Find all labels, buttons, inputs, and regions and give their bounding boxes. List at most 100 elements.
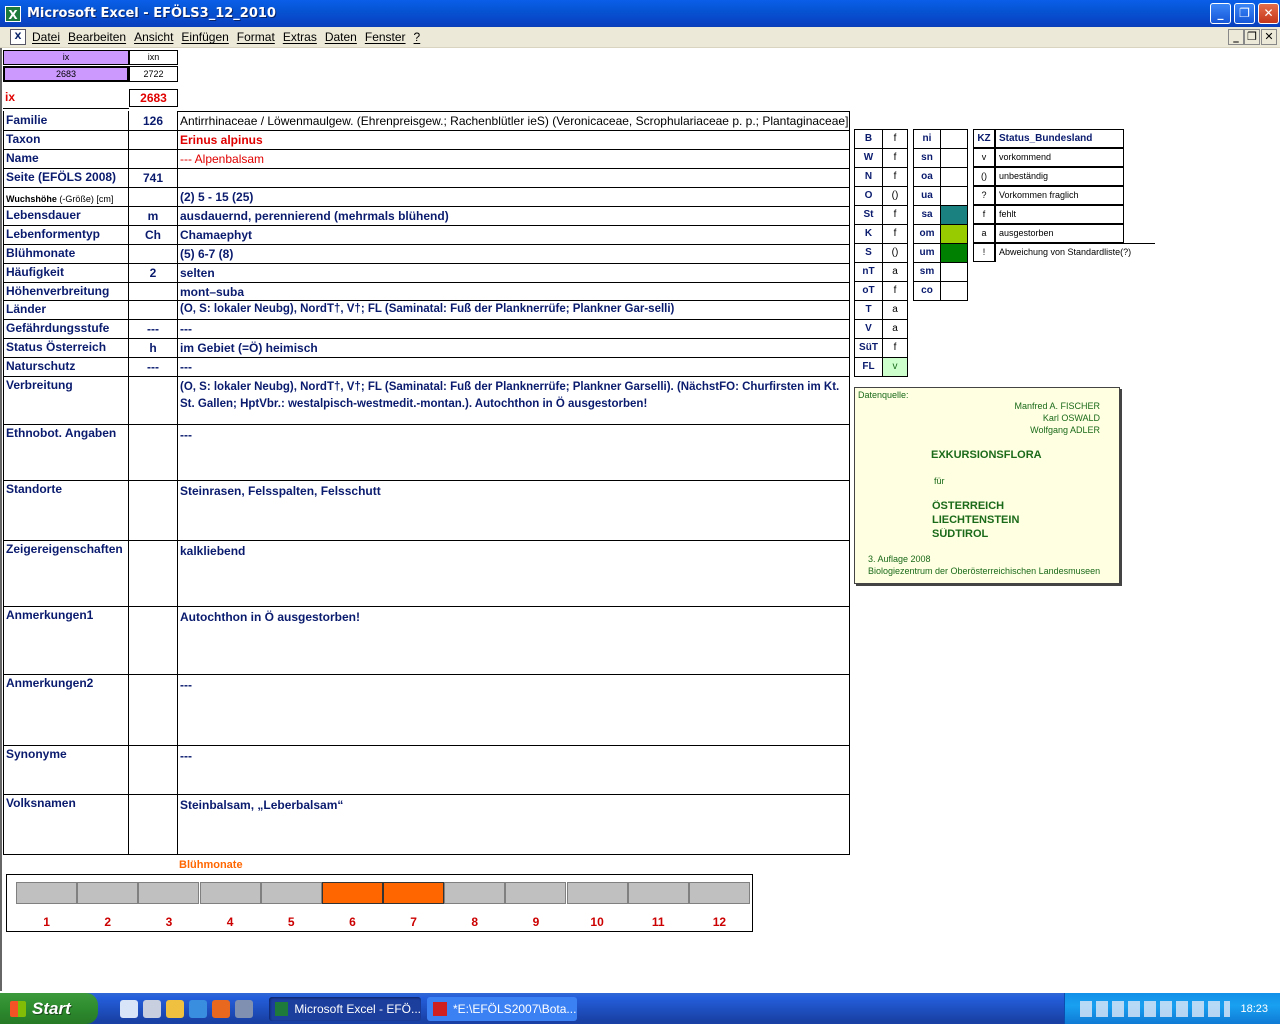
value-lebensform[interactable]: Chamaephyt — [180, 228, 848, 242]
ie-icon[interactable] — [189, 999, 207, 1018]
menu-daten[interactable]: Daten — [325, 30, 357, 44]
region-code-ua[interactable]: ua — [913, 186, 941, 206]
value-haeufigkeit[interactable]: selten — [180, 266, 848, 280]
workbook-close-button[interactable]: ✕ — [1261, 29, 1277, 45]
region-color-oa[interactable] — [940, 167, 968, 187]
code-familie[interactable]: 126 — [129, 114, 177, 129]
value-familie[interactable]: Antirrhinaceae / Löwenmaulgew. (Ehrenpre… — [180, 114, 880, 128]
code-anm1[interactable] — [129, 609, 177, 624]
state-code-nT[interactable]: nT — [854, 262, 883, 282]
task-file[interactable]: *E:\EFÖLS2007\Bota... — [427, 996, 577, 1021]
region-color-ni[interactable] — [940, 129, 968, 149]
state-code-oT[interactable]: oT — [854, 281, 883, 301]
region-color-sa[interactable] — [940, 205, 968, 225]
code-name[interactable] — [129, 152, 177, 167]
value-lebensdauer[interactable]: ausdauernd, perennierend (mehrmals blühe… — [180, 209, 848, 223]
menu-help[interactable]: ? — [414, 30, 421, 44]
value-taxon[interactable]: Erinus alpinus — [180, 133, 848, 147]
value-naturschutz[interactable]: --- — [180, 360, 848, 374]
state-value-FL[interactable]: v — [882, 357, 908, 377]
state-code-V[interactable]: V — [854, 319, 883, 339]
region-color-ua[interactable] — [940, 186, 968, 206]
value-anm1[interactable]: Autochthon in Ö ausgestorben! — [180, 609, 848, 672]
value-synonyme[interactable]: --- — [180, 748, 848, 792]
restore-button[interactable]: ❐ — [1234, 3, 1255, 24]
state-code-T[interactable]: T — [854, 300, 883, 320]
region-code-om[interactable]: om — [913, 224, 941, 244]
region-color-sm[interactable] — [940, 262, 968, 282]
state-code-FL[interactable]: FL — [854, 357, 883, 377]
code-synonyme[interactable] — [129, 748, 177, 763]
ix-value-cell[interactable]: 2683 — [3, 66, 129, 82]
explorer-icon[interactable] — [143, 999, 161, 1018]
code-taxon[interactable] — [129, 133, 177, 148]
workbook-minimize-button[interactable]: _ — [1228, 29, 1244, 45]
region-color-co[interactable] — [940, 281, 968, 301]
firefox-icon[interactable] — [212, 999, 230, 1018]
region-code-ni[interactable]: ni — [913, 129, 941, 149]
state-code-S[interactable]: S — [854, 243, 883, 263]
code-volksnamen[interactable] — [129, 797, 177, 812]
code-lebensdauer[interactable]: m — [129, 209, 177, 224]
value-hoehe[interactable]: mont–suba — [180, 285, 848, 298]
workbook-restore-button[interactable]: ❐ — [1244, 29, 1260, 45]
value-status[interactable]: im Gebiet (=Ö) heimisch — [180, 341, 848, 355]
workbook-icon[interactable]: X — [10, 29, 26, 45]
clock[interactable]: 18:23 — [1240, 1003, 1268, 1015]
state-code-O[interactable]: O — [854, 186, 883, 206]
region-color-om[interactable] — [940, 224, 968, 244]
code-bluehmonate[interactable] — [129, 247, 177, 262]
menu-extras[interactable]: Extras — [283, 30, 317, 44]
menu-format[interactable]: Format — [237, 30, 275, 44]
code-hoehe[interactable] — [129, 285, 177, 300]
region-color-um[interactable] — [940, 243, 968, 263]
code-gefaehrdung[interactable]: --- — [129, 322, 177, 337]
menu-einfuegen[interactable]: Einfügen — [181, 30, 228, 44]
region-code-co[interactable]: co — [913, 281, 941, 301]
state-value-nT[interactable]: a — [882, 262, 908, 282]
value-zeiger[interactable]: kalkliebend — [180, 543, 848, 604]
code-ethnobot[interactable] — [129, 427, 177, 442]
worksheet[interactable]: ix ixn 2683 2722 ix 2683 Familie 126 Antir… — [0, 48, 1280, 991]
excel-app-icon[interactable]: X — [5, 5, 21, 22]
quicklaunch-icon[interactable] — [235, 999, 253, 1018]
value-gefaehrdung[interactable]: --- — [180, 322, 848, 336]
code-wuchshoehe[interactable] — [129, 190, 177, 205]
menu-fenster[interactable]: Fenster — [365, 30, 406, 44]
value-volksnamen[interactable]: Steinbalsam, „Leberbalsam“ — [180, 797, 848, 852]
ixn-value-cell[interactable]: 2722 — [129, 66, 178, 82]
state-value-B[interactable]: f — [882, 129, 908, 149]
menu-bearbeiten[interactable]: Bearbeiten — [68, 30, 126, 44]
ix-big-value[interactable]: 2683 — [129, 89, 178, 107]
value-ethnobot[interactable]: --- — [180, 427, 848, 478]
state-value-K[interactable]: f — [882, 224, 908, 244]
value-bluehmonate[interactable]: (5) 6-7 (8) — [180, 247, 848, 261]
value-name[interactable]: --- Alpenbalsam — [180, 152, 848, 166]
state-value-oT[interactable]: f — [882, 281, 908, 301]
code-standorte[interactable] — [129, 483, 177, 498]
code-anm2[interactable] — [129, 677, 177, 692]
code-haeufigkeit[interactable]: 2 — [129, 266, 177, 281]
tray-icons[interactable] — [1080, 1000, 1231, 1017]
state-code-St[interactable]: St — [854, 205, 883, 225]
value-seite[interactable] — [180, 171, 848, 185]
menu-datei[interactable]: Datei — [32, 30, 60, 44]
code-zeiger[interactable] — [129, 543, 177, 558]
region-code-sn[interactable]: sn — [913, 148, 941, 168]
code-status[interactable]: h — [129, 341, 177, 356]
media-icon[interactable] — [166, 999, 184, 1018]
value-verbreitung[interactable]: (O, S: lokaler Neubg), NordT†, V†; FL (S… — [180, 379, 848, 422]
start-button[interactable]: Start — [0, 993, 98, 1024]
state-code-N[interactable]: N — [854, 167, 883, 187]
state-code-W[interactable]: W — [854, 148, 883, 168]
state-code-K[interactable]: K — [854, 224, 883, 244]
state-value-W[interactable]: f — [882, 148, 908, 168]
state-value-V[interactable]: a — [882, 319, 908, 339]
region-code-sa[interactable]: sa — [913, 205, 941, 225]
value-laender[interactable]: (O, S: lokaler Neubg), NordT†, V†; FL (S… — [180, 303, 848, 317]
region-code-sm[interactable]: sm — [913, 262, 941, 282]
value-standorte[interactable]: Steinrasen, Felsspalten, Felsschutt — [180, 483, 848, 538]
task-excel[interactable]: Microsoft Excel - EFÖ... — [269, 996, 421, 1021]
code-naturschutz[interactable]: --- — [129, 360, 177, 375]
state-value-SüT[interactable]: f — [882, 338, 908, 358]
